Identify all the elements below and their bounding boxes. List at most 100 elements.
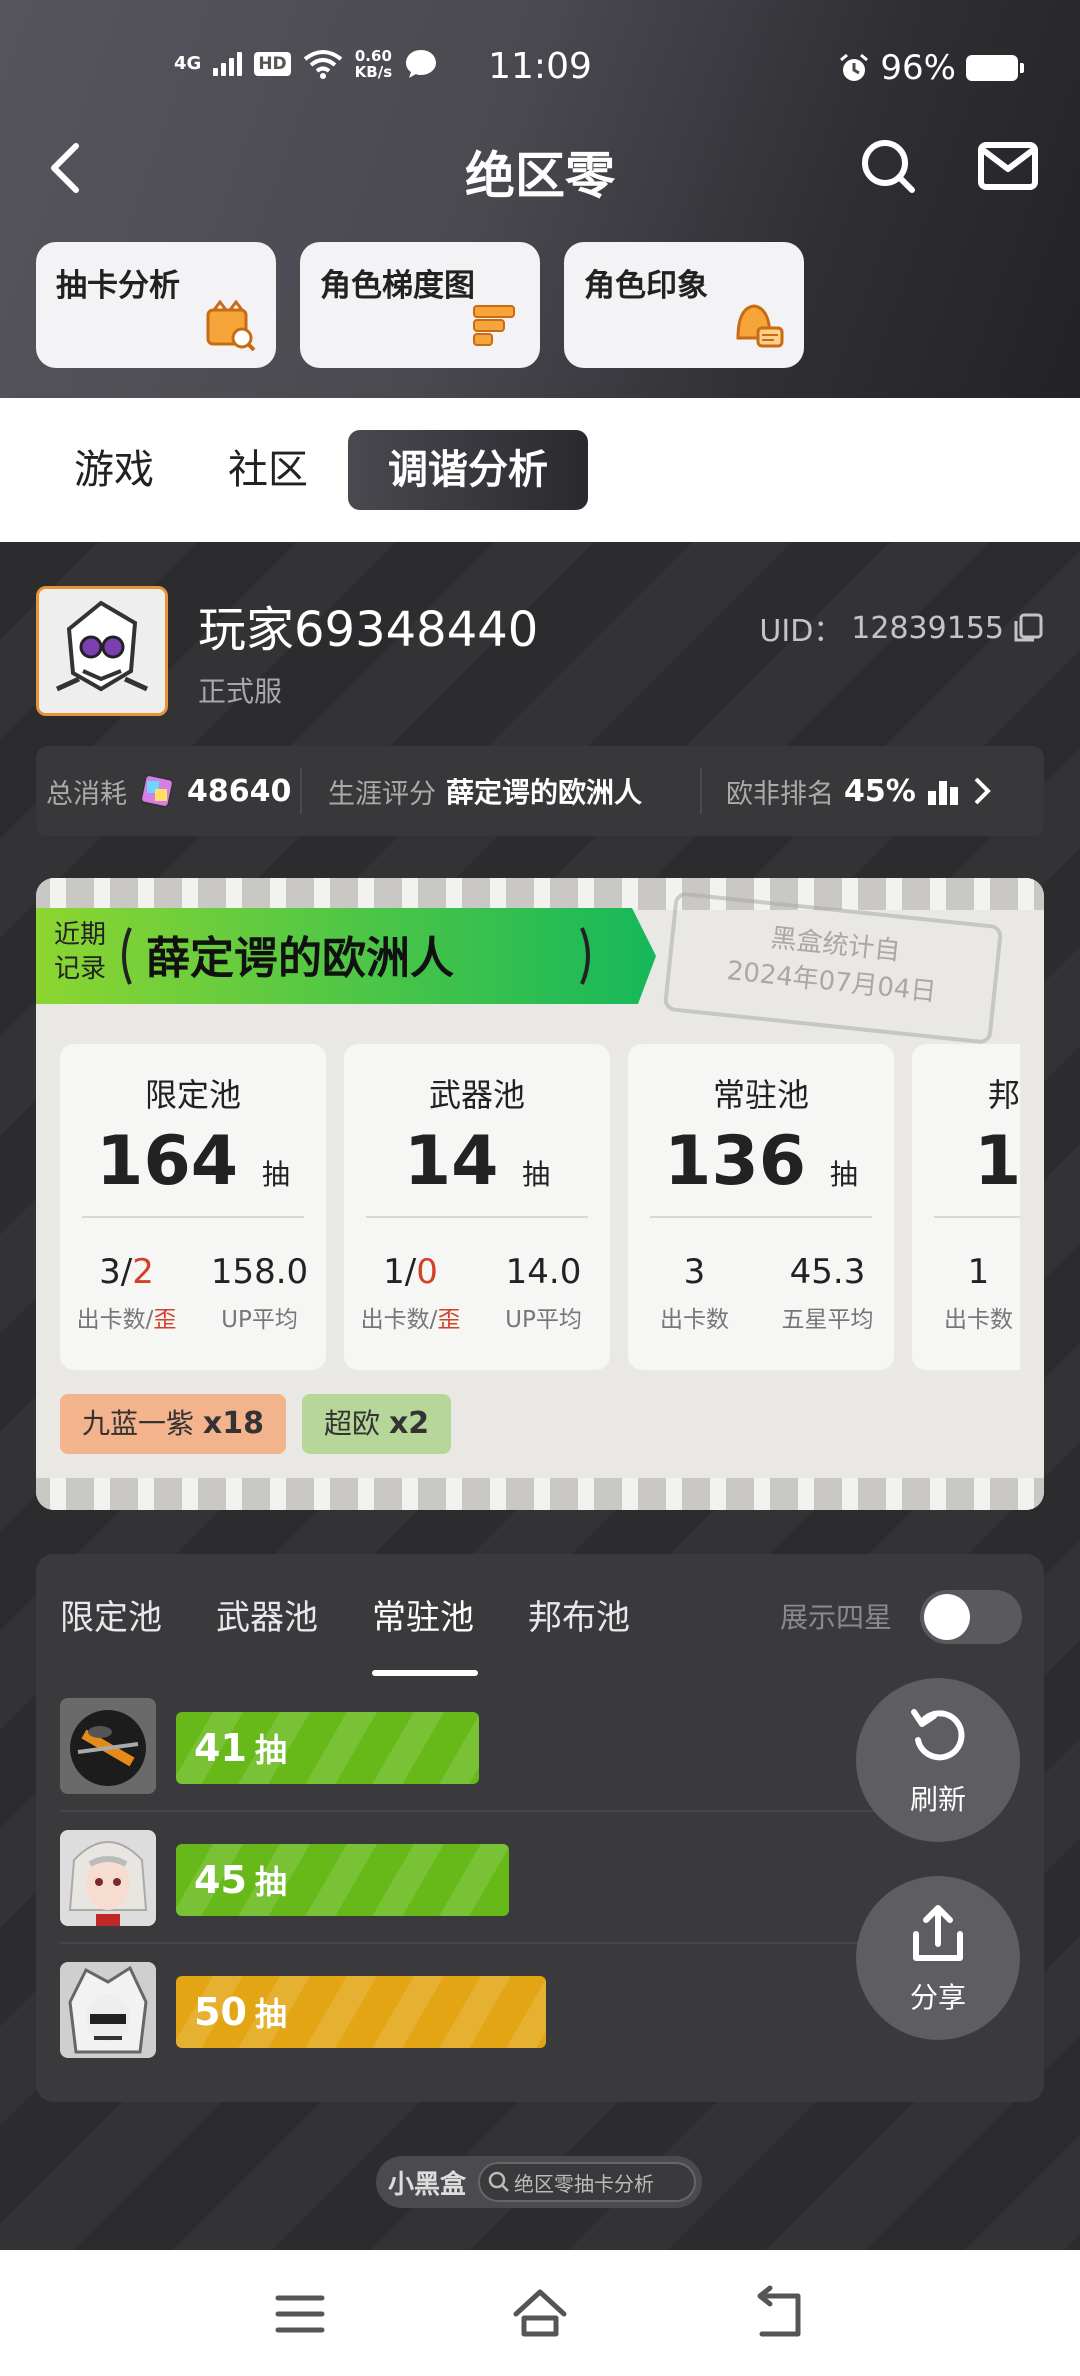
stat-label: UP平均 <box>505 1307 582 1333</box>
avatar[interactable] <box>36 586 168 716</box>
luck-rank-label: 欧非排名 <box>726 778 834 810</box>
alarm-icon <box>840 53 869 81</box>
card-divider <box>650 1216 872 1218</box>
rank-bars-icon <box>927 781 958 805</box>
menu-icon[interactable] <box>270 2284 330 2344</box>
pool-tab-bangboo[interactable]: 邦布池 <box>528 1590 630 1639</box>
mail-icon[interactable] <box>976 136 1040 196</box>
chip-value: x18 <box>202 1406 265 1441</box>
stat-value: 14.0 <box>505 1252 582 1292</box>
pool-stat-cards: 1/0 出卡数/歪 <box>344 1252 477 1334</box>
section-tabs: 游戏 社区 调谐分析 <box>0 398 1080 542</box>
tag-line2: 记录 <box>54 954 107 984</box>
pool-tab-weapon[interactable]: 武器池 <box>216 1590 318 1639</box>
stats-divider <box>300 768 302 814</box>
character-impression-icon <box>736 304 784 348</box>
quick-link-gacha-analysis[interactable]: 抽卡分析 <box>36 242 276 368</box>
back-nav-icon[interactable] <box>750 2284 810 2344</box>
quick-link-label: 角色印象 <box>584 268 708 304</box>
tab-tuning-analysis[interactable]: 调谐分析 <box>348 430 588 510</box>
home-icon[interactable] <box>510 2284 570 2344</box>
share-button[interactable]: 分享 <box>856 1876 1020 2040</box>
tab-community[interactable]: 社区 <box>222 430 314 510</box>
pool-card-bangboo: 邦布 11 1 出卡数 <box>912 1044 1020 1370</box>
chip-label: 超欧 <box>324 1407 381 1440</box>
search-icon[interactable] <box>858 136 918 196</box>
card-divider <box>366 1216 588 1218</box>
pool-summary-cards: 限定池 164 抽 3/2 出卡数/歪 158.0 UP平均 武器池 14 抽 … <box>60 1044 1020 1374</box>
career-score-value: 薛定谔的欧洲人 <box>446 776 643 809</box>
quick-link-character-impression[interactable]: 角色印象 <box>564 242 804 368</box>
status-bar: 4G HD 0.60 KB/s 11:09 96% <box>0 44 1080 94</box>
stat-label: 出卡数/ <box>76 1307 154 1333</box>
pull-value: 45 <box>194 1858 247 1902</box>
recent-record-card: 黑盒统计自 2024年07月04日 近期 记录 薛定谔的欧洲人 限定池 164 … <box>36 878 1044 1510</box>
record-title: 薛定谔的欧洲人 <box>146 933 454 984</box>
pull-row[interactable]: 45 抽 <box>60 1830 890 1930</box>
tab-game[interactable]: 游戏 <box>68 430 160 510</box>
pool-pull-count: 164 抽 <box>60 1122 326 1201</box>
pull-unit: 抽 <box>522 1158 551 1191</box>
top-bar: 绝区零 <box>0 122 1080 212</box>
luck-rank: 欧非排名 45% <box>726 746 994 836</box>
stat-label: UP平均 <box>221 1307 298 1333</box>
uid-label: UID： <box>759 614 844 649</box>
chip-nine-blue-one-purple: 九蓝一紫 x18 <box>60 1394 287 1454</box>
pool-stat-cards: 3 出卡数 <box>628 1252 761 1334</box>
stat-label: 出卡数 <box>944 1307 1013 1333</box>
pull-count-value: 14 <box>403 1122 499 1201</box>
watermark-search-text: 绝区零抽卡分析 <box>514 2171 655 2196</box>
stat-label-red: 歪 <box>153 1307 177 1333</box>
tag-line1: 近期 <box>54 920 107 950</box>
pull-unit: 抽 <box>254 1863 287 1901</box>
pool-stat-average: 158.0 UP平均 <box>193 1252 326 1334</box>
career-score: 生涯评分 薛定谔的欧洲人 <box>328 746 642 836</box>
brand-logo: 小黑盒 <box>388 2169 467 2200</box>
pool-name: 武器池 <box>428 1076 525 1114</box>
gacha-analysis-icon <box>206 299 256 352</box>
share-icon <box>913 1905 963 1961</box>
refresh-button[interactable]: 刷新 <box>856 1678 1020 1842</box>
polychrome-icon <box>140 774 174 808</box>
stat-label: 出卡数/ <box>360 1307 438 1333</box>
search-icon <box>488 2171 509 2192</box>
stat-value: 3 <box>99 1252 121 1292</box>
pull-row[interactable]: 41 抽 <box>60 1698 890 1798</box>
stat-value: 3 <box>683 1252 706 1292</box>
player-avatar-image <box>39 589 165 713</box>
pull-row[interactable]: 50 抽 <box>60 1962 890 2062</box>
masked-avatar <box>60 1962 156 2058</box>
stat-red-value: 2 <box>132 1252 154 1292</box>
active-tab-indicator <box>372 1670 478 1676</box>
show-four-star-toggle[interactable] <box>920 1590 1022 1644</box>
luck-rank-value: 45% <box>844 773 916 809</box>
stats-stamp: 黑盒统计自 2024年07月04日 <box>662 891 1004 1045</box>
total-cost-label: 总消耗 <box>46 778 127 810</box>
career-score-label: 生涯评分 <box>328 778 436 810</box>
system-nav-bar <box>0 2250 1080 2376</box>
row-divider <box>60 1942 890 1944</box>
server-name: 正式服 <box>198 675 283 708</box>
pool-card-limited: 限定池 164 抽 3/2 出卡数/歪 158.0 UP平均 <box>60 1044 326 1370</box>
quick-link-tier-list[interactable]: 角色梯度图 <box>300 242 540 368</box>
pool-name: 邦布 <box>988 1076 1020 1114</box>
film-perforation <box>36 1478 1044 1510</box>
record-banner: 近期 记录 薛定谔的欧洲人 <box>36 908 662 1004</box>
show-four-star-label: 展示四星 <box>780 1601 893 1634</box>
stat-value: 1 <box>383 1252 405 1292</box>
pool-stat-average: 45.3 五星平均 <box>761 1252 894 1334</box>
pool-tab-standard[interactable]: 常驻池 <box>372 1590 474 1639</box>
back-arrow-icon[interactable] <box>40 138 100 198</box>
refresh-label: 刷新 <box>909 1783 966 1816</box>
stat-value: 158.0 <box>210 1252 309 1292</box>
quick-link-label: 角色梯度图 <box>320 268 475 304</box>
uid-row: UID： 12839155 <box>759 606 1044 650</box>
stats-bar[interactable]: 总消耗 48640 生涯评分 薛定谔的欧洲人 欧非排名 45% <box>36 746 1044 836</box>
copy-icon[interactable] <box>1012 612 1044 644</box>
app-header: 4G HD 0.60KB/s 11:09 96% 绝区零 抽卡分析 角色梯度图 <box>0 0 1080 398</box>
recent-record-tag: 近期 记录 <box>54 918 106 986</box>
pool-tab-limited[interactable]: 限定池 <box>60 1590 162 1639</box>
stat-label: 出卡数 <box>660 1307 729 1333</box>
quick-link-label: 抽卡分析 <box>56 268 180 304</box>
pool-stat-average: 14.0 UP平均 <box>477 1252 610 1334</box>
